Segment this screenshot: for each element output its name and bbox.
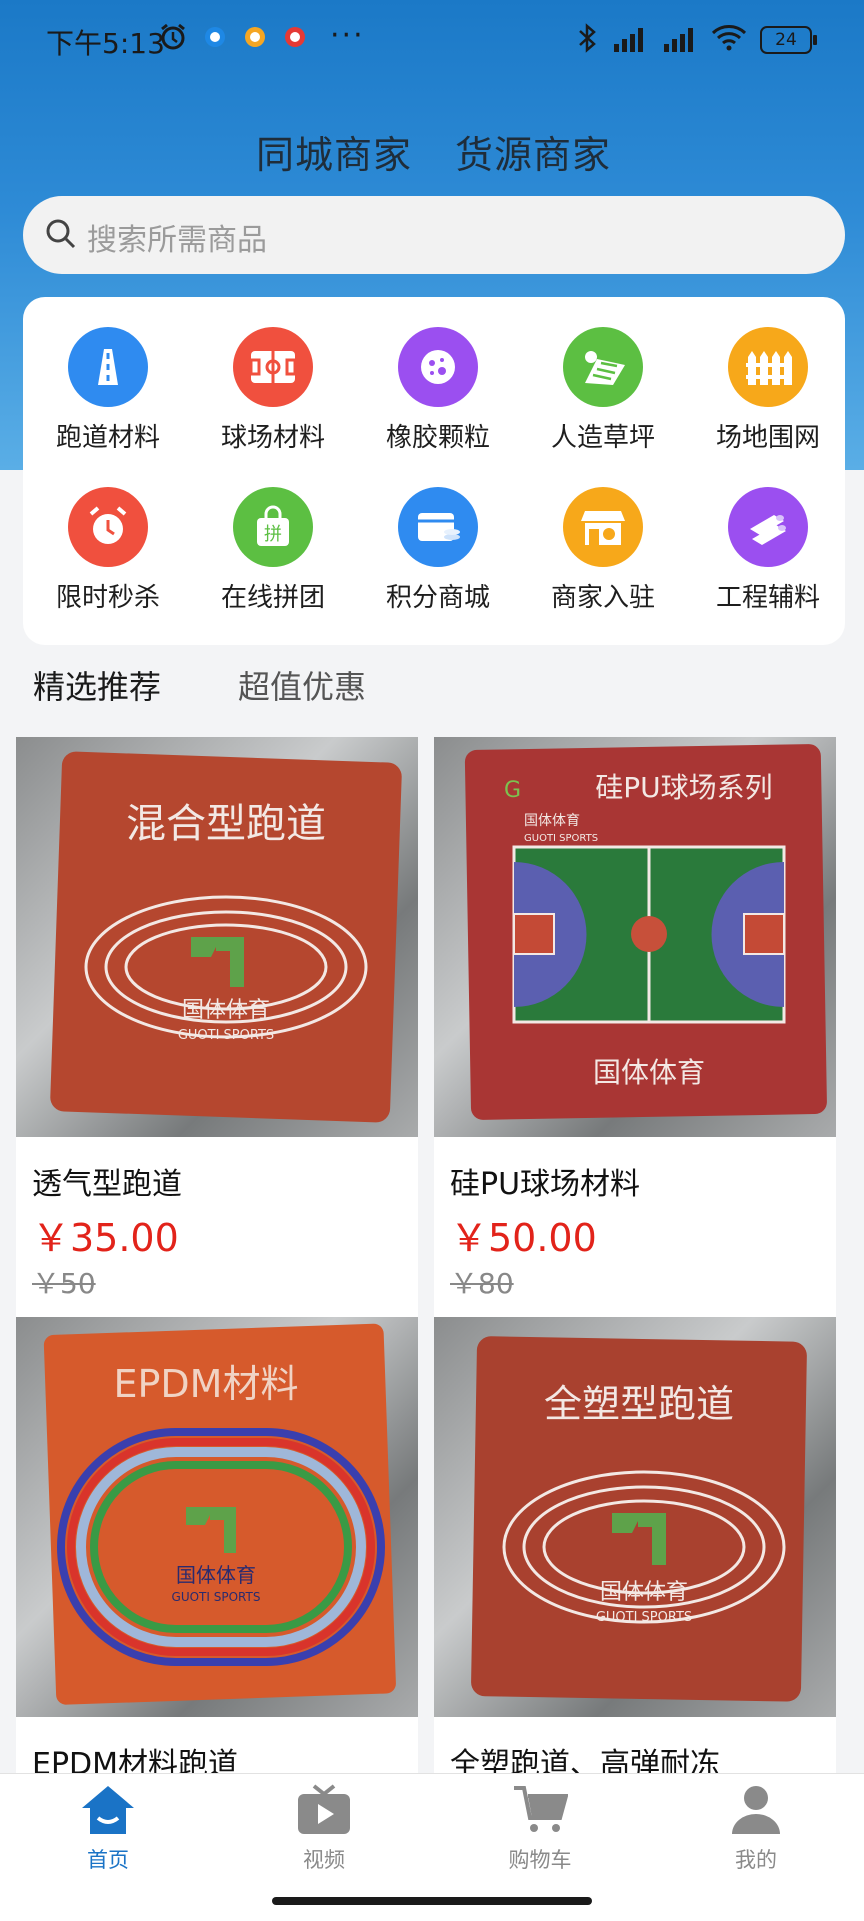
svg-text:拼: 拼 <box>264 524 282 545</box>
tab-great-deals[interactable]: 超值优惠 <box>238 662 366 708</box>
nav-home[interactable]: 首页 <box>38 1784 178 1874</box>
category-label: 场地围网 <box>715 423 820 453</box>
product-image-text: EPDM材料 <box>114 1362 299 1406</box>
search-placeholder: 搜索所需商品 <box>87 223 267 258</box>
product-original-price: ￥80 <box>450 1267 514 1300</box>
app-notification-icon <box>284 26 306 52</box>
product-image-text: 全塑型跑道 <box>544 1382 734 1426</box>
alarm-icon <box>158 22 188 56</box>
product-brand: 国体体育 <box>176 1563 256 1587</box>
product-name: 全塑跑道、高弹耐冻 <box>450 1747 720 1777</box>
product-image: EPDM材料 国体体育 GUOTI SPORTS <box>16 1317 418 1717</box>
category-flash-sale[interactable]: 限时秒杀 <box>38 487 178 614</box>
category-engineering-supplies[interactable]: 工程辅料 <box>698 487 838 614</box>
product-price: ￥50.00 <box>450 1216 597 1260</box>
group-buy-bag-icon: 拼 <box>233 487 313 567</box>
product-image-text: 混合型跑道 <box>126 801 326 847</box>
product-brand-en: GUOTI SPORTS <box>524 833 598 844</box>
category-grid: 跑道材料 球场材料 橡胶颗粒 人造草坪 场地围网 限时秒杀 拼 在线拼团 积分商… <box>23 297 845 645</box>
nav-profile[interactable]: 我的 <box>686 1784 826 1874</box>
product-card[interactable]: EPDM材料 国体体育 GUOTI SPORTS EPDM材料跑道 <box>16 1317 418 1777</box>
product-image: 混合型跑道 国体体育 GUOTI SPORTS <box>16 737 418 1137</box>
product-brand: 国体体育 <box>182 998 270 1023</box>
search-icon <box>45 218 77 254</box>
home-icon <box>38 1784 178 1840</box>
alarm-clock-icon <box>68 487 148 567</box>
product-name: 硅PU球场材料 <box>450 1167 641 1202</box>
product-image-text: 硅PU球场系列 <box>595 771 772 804</box>
product-image: G 国体体育 GUOTI SPORTS 硅PU球场系列 国体体育 <box>434 737 836 1137</box>
category-label: 橡胶颗粒 <box>385 423 490 453</box>
search-input[interactable]: 搜索所需商品 <box>23 196 845 274</box>
product-name: EPDM材料跑道 <box>32 1747 239 1777</box>
tab-supply-merchants[interactable]: 货源商家 <box>455 124 611 179</box>
product-brand: 国体体育 <box>524 813 580 829</box>
product-price: ￥35.00 <box>32 1216 179 1260</box>
category-label: 商家入驻 <box>550 583 655 613</box>
user-profile-icon <box>686 1784 826 1840</box>
svg-text:G: G <box>504 778 521 803</box>
category-merchant-join[interactable]: 商家入驻 <box>533 487 673 614</box>
nav-label: 视频 <box>303 1848 345 1872</box>
signal-icon <box>610 24 654 58</box>
shopping-cart-icon <box>470 1784 610 1840</box>
wifi-icon <box>710 22 748 56</box>
category-label: 限时秒杀 <box>55 583 160 613</box>
tab-featured[interactable]: 精选推荐 <box>33 662 161 708</box>
category-label: 跑道材料 <box>55 423 160 453</box>
battery-icon: 24 <box>760 26 817 54</box>
category-rubber-granules[interactable]: 橡胶颗粒 <box>368 327 508 454</box>
product-brand: 国体体育 <box>600 1580 688 1605</box>
granule-icon <box>398 327 478 407</box>
video-tv-icon <box>254 1784 394 1840</box>
product-card[interactable]: 混合型跑道 国体体育 GUOTI SPORTS 透气型跑道 ￥35.00 ￥50 <box>16 737 418 1317</box>
category-label: 球场材料 <box>220 423 325 453</box>
category-label: 在线拼团 <box>220 583 325 613</box>
category-group-buy[interactable]: 拼 在线拼团 <box>203 487 343 614</box>
more-notifications-icon: ··· <box>330 18 365 53</box>
product-card[interactable]: G 国体体育 GUOTI SPORTS 硅PU球场系列 国体体育 硅PU球场材料… <box>434 737 836 1317</box>
nav-label: 我的 <box>735 1848 777 1872</box>
signal-icon <box>660 24 704 58</box>
tab-local-merchants[interactable]: 同城商家 <box>256 124 412 179</box>
category-artificial-turf[interactable]: 人造草坪 <box>533 327 673 454</box>
status-time: 下午5:13 <box>46 27 165 60</box>
product-original-price: ￥50 <box>32 1267 96 1300</box>
points-mall-icon <box>398 487 478 567</box>
nav-label: 购物车 <box>508 1848 572 1872</box>
turf-icon <box>563 327 643 407</box>
product-brand-en: GUOTI SPORTS <box>172 1590 261 1604</box>
app-notification-icon <box>244 26 266 52</box>
product-image: 全塑型跑道 国体体育 GUOTI SPORTS <box>434 1317 836 1717</box>
product-card[interactable]: 全塑型跑道 国体体育 GUOTI SPORTS 全塑跑道、高弹耐冻 <box>434 1317 836 1777</box>
pipes-icon <box>728 487 808 567</box>
fence-icon <box>728 327 808 407</box>
product-name: 透气型跑道 <box>32 1167 182 1202</box>
product-brand: 国体体育 <box>593 1056 705 1089</box>
category-field-fence[interactable]: 场地围网 <box>698 327 838 454</box>
product-brand-en: GUOTI SPORTS <box>596 1610 692 1625</box>
category-label: 工程辅料 <box>715 583 820 613</box>
court-icon <box>233 327 313 407</box>
merchant-store-icon <box>563 487 643 567</box>
gesture-home-bar[interactable] <box>272 1897 592 1905</box>
category-running-track[interactable]: 跑道材料 <box>38 327 178 454</box>
category-label: 人造草坪 <box>550 423 655 453</box>
category-label: 积分商城 <box>385 583 490 613</box>
nav-cart[interactable]: 购物车 <box>470 1784 610 1874</box>
product-brand-en: GUOTI SPORTS <box>178 1028 274 1043</box>
bluetooth-icon <box>574 22 600 58</box>
category-points-mall[interactable]: 积分商城 <box>368 487 508 614</box>
nav-label: 首页 <box>87 1848 129 1872</box>
app-notification-icon <box>204 26 226 52</box>
status-bar: 下午5:13 ··· 24 <box>0 0 864 80</box>
nav-video[interactable]: 视频 <box>254 1784 394 1874</box>
category-court-material[interactable]: 球场材料 <box>203 327 343 454</box>
road-icon <box>68 327 148 407</box>
